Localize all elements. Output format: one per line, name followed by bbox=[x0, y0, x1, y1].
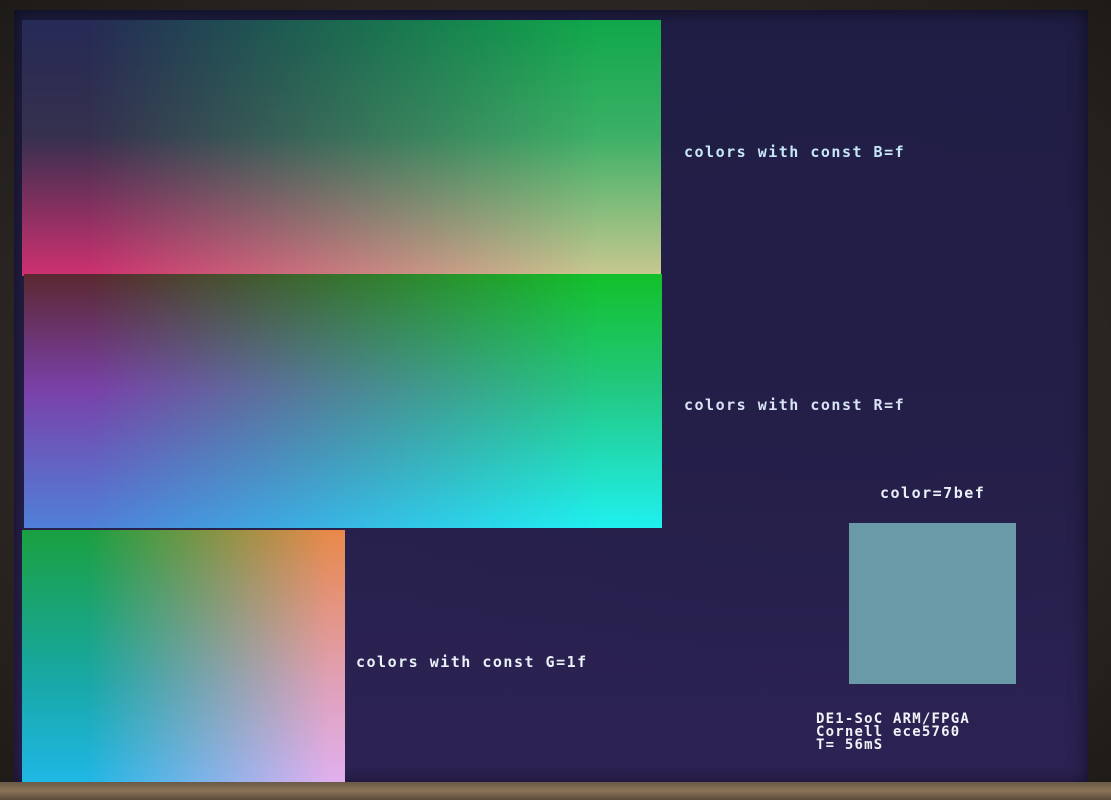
color-swatch bbox=[849, 523, 1016, 684]
gradient-layer bbox=[22, 20, 661, 276]
color-value-label: color=7bef bbox=[880, 484, 986, 502]
gradient-layer bbox=[22, 530, 345, 784]
credits-block: DE1-SoC ARM/FPGA Cornell ece5760 T= 56mS bbox=[816, 712, 970, 753]
label-const-r: colors with const R=f bbox=[684, 396, 906, 414]
gradient-panel-const-g bbox=[22, 530, 345, 784]
gradient-panel-const-b bbox=[22, 20, 661, 276]
label-const-g: colors with const G=1f bbox=[356, 653, 588, 671]
monitor-bezel-bottom-edge bbox=[0, 782, 1111, 800]
label-const-b: colors with const B=f bbox=[684, 143, 906, 161]
credit-line-timing: T= 56mS bbox=[816, 737, 884, 753]
gradient-layer bbox=[24, 274, 662, 528]
gradient-panel-const-r bbox=[24, 274, 662, 528]
vga-screen: colors with const B=f colors with const … bbox=[14, 10, 1088, 784]
